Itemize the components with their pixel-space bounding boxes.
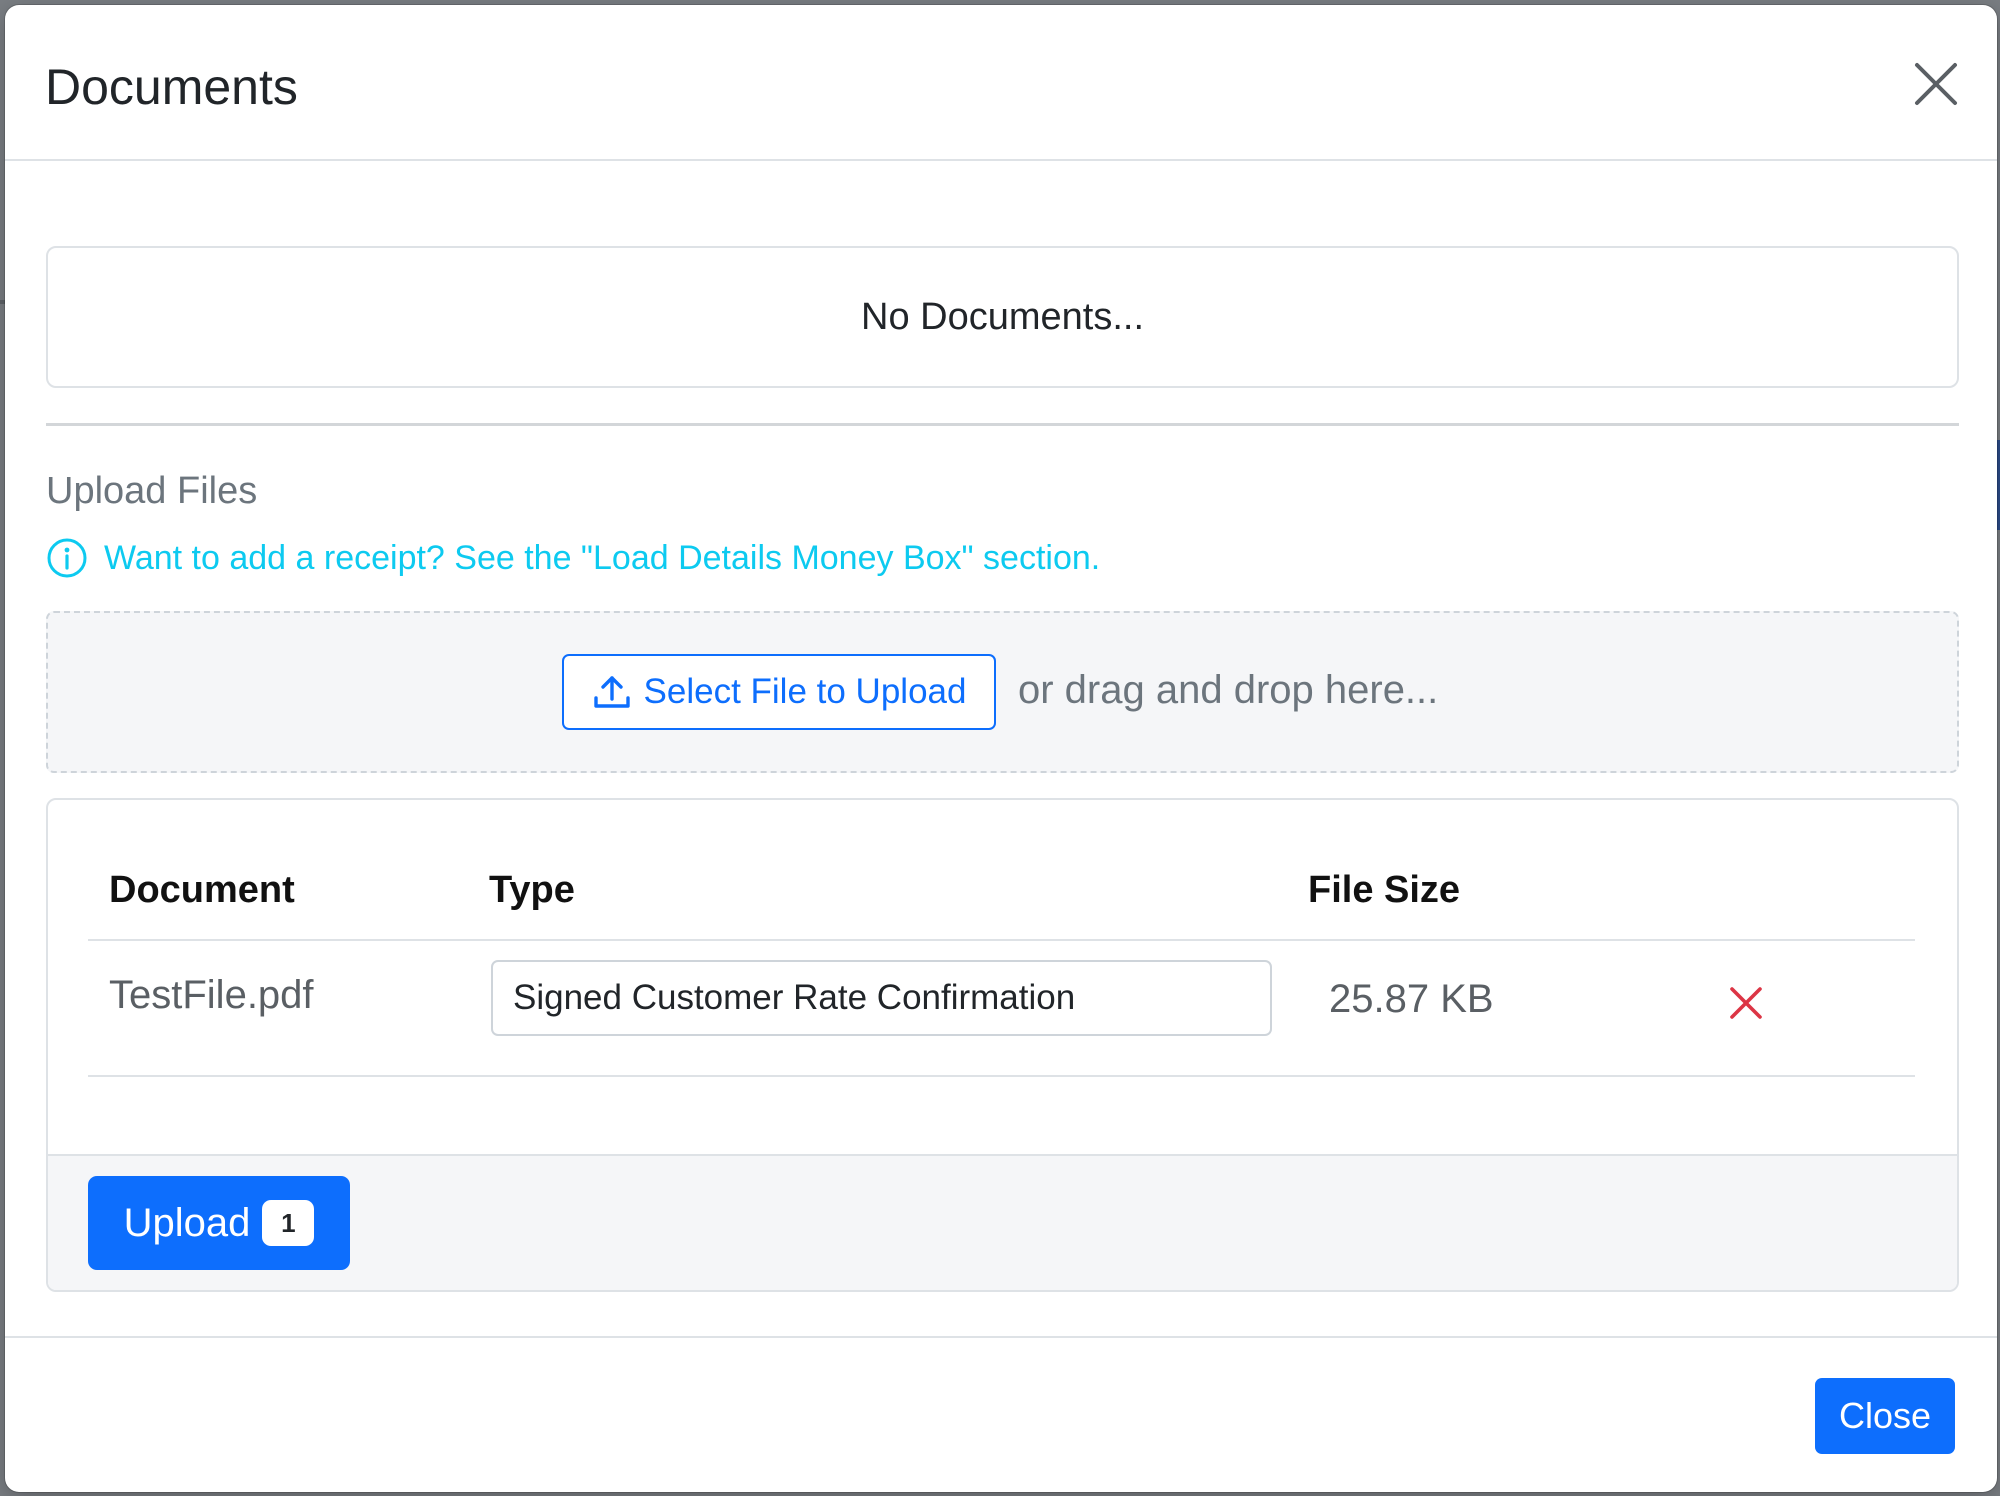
- remove-file-icon[interactable]: [1728, 985, 1764, 1021]
- file-size: 25.87 KB: [1329, 977, 1494, 1021]
- close-button[interactable]: Close: [1815, 1378, 1955, 1454]
- upload-button-label: Upload: [123, 1200, 251, 1245]
- column-header-file-size: File Size: [1308, 869, 1461, 911]
- select-file-button[interactable]: Select File to Upload: [562, 654, 996, 730]
- upload-icon: [593, 676, 630, 708]
- column-header-document: Document: [109, 869, 295, 911]
- file-table-header: Document Type File Size: [48, 800, 1957, 943]
- upload-files-heading: Upload Files: [46, 470, 258, 512]
- document-name: TestFile.pdf: [109, 973, 314, 1017]
- document-type-value: Signed Customer Rate Confirmation: [513, 978, 1076, 1017]
- file-dropzone[interactable]: Select File to Upload or drag and drop h…: [46, 611, 1959, 773]
- modal-footer: Close: [5, 1336, 1997, 1492]
- upload-card-footer: Upload 1: [48, 1154, 1957, 1290]
- receipt-info-text: Want to add a receipt? See the "Load Det…: [104, 539, 1101, 577]
- modal-header: Documents: [5, 5, 1997, 161]
- column-header-type: Type: [489, 869, 575, 911]
- header-divider: [88, 939, 1915, 941]
- documents-modal: Documents No Documents... Upload Files W…: [5, 5, 1997, 1492]
- row-divider: [88, 1075, 1915, 1077]
- upload-count-badge: 1: [262, 1200, 315, 1246]
- document-type-select[interactable]: Signed Customer Rate Confirmation: [491, 960, 1272, 1036]
- pending-files-card: Document Type File Size TestFile.pdf Sig…: [46, 798, 1959, 1292]
- info-circle-icon: [47, 538, 87, 578]
- section-divider: [46, 423, 1959, 426]
- modal-title: Documents: [45, 59, 298, 115]
- no-documents-message: No Documents...: [46, 246, 1959, 388]
- no-documents-text: No Documents...: [861, 295, 1144, 338]
- close-icon[interactable]: [1913, 61, 1959, 107]
- upload-button[interactable]: Upload 1: [88, 1176, 350, 1270]
- drag-drop-hint: or drag and drop here...: [1018, 668, 1439, 712]
- select-file-label: Select File to Upload: [643, 672, 967, 711]
- modal-body: No Documents... Upload Files Want to add…: [5, 161, 1997, 1341]
- receipt-info-message: Want to add a receipt? See the "Load Det…: [46, 536, 1100, 580]
